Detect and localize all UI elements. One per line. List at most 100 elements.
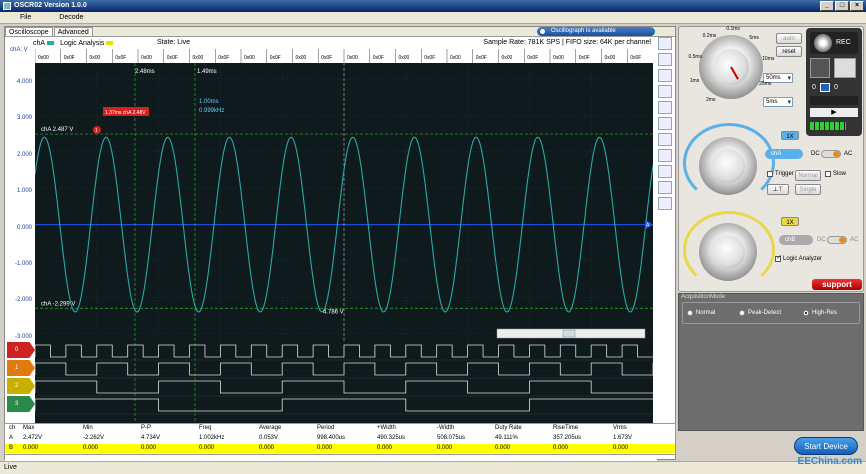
- normal-button[interactable]: Normal: [795, 170, 821, 181]
- edge-select-icon[interactable]: ⊥⊤: [767, 184, 789, 195]
- y-axis: 4.000 3.000 2.000 1.000 0.000 -1.000 -2.000 -3.…: [5, 49, 35, 369]
- support-button[interactable]: support: [812, 279, 862, 290]
- single-button[interactable]: Single: [795, 184, 821, 195]
- plot-svg[interactable]: 0x00 0x0F 0x00 0x0F 0x00 0x0F 0x00 0x0F 0x00 0x0F…: [5, 49, 654, 437]
- y-tick: 1.000: [16, 188, 32, 195]
- tool-strip: [657, 37, 673, 237]
- mixer-icon[interactable]: [810, 58, 830, 78]
- acquisition-panel: AcquisitionMode Normal Peak-Detect High-…: [678, 293, 864, 431]
- stats-cell: 49.111%: [495, 435, 518, 441]
- logic-channel-label[interactable]: 1: [7, 360, 35, 376]
- decode-cell: 0x00: [90, 55, 101, 61]
- chA-toggle[interactable]: chA: [765, 149, 803, 159]
- fit-icon[interactable]: [658, 37, 672, 50]
- watermark: EEChina.com: [797, 456, 862, 467]
- decode-cell: 0x00: [38, 55, 49, 61]
- stats-cell: 0.053V: [259, 435, 279, 441]
- fft-icon[interactable]: [658, 133, 672, 146]
- scope-area: chA: V 4.000 3.000 2.000 1.000 0.000 -1.000 -2…: [5, 47, 657, 461]
- chA-volt-knob[interactable]: [699, 137, 757, 195]
- radio-high-res[interactable]: High-Res: [803, 310, 837, 316]
- slow-checkbox[interactable]: Slow: [825, 171, 846, 177]
- chB-x10-button[interactable]: 1X: [781, 217, 799, 226]
- timebase-tick-label: 25ms: [759, 80, 772, 87]
- stats-header-row: ch Max Min P-P Freq Average Period +Width -Width…: [5, 424, 675, 433]
- stats-cell: Period: [317, 425, 335, 431]
- chA-coupling-switch[interactable]: [821, 150, 841, 158]
- trigger-checkbox[interactable]: Trigger: [767, 171, 794, 177]
- menu-decode[interactable]: Decode: [59, 12, 83, 23]
- y-tick: -3.000: [14, 333, 32, 340]
- logic-trace: [34, 344, 653, 358]
- ruler-icon[interactable]: [658, 85, 672, 98]
- horizontal-measure-icon[interactable]: [658, 101, 672, 114]
- tab-oscilloscope[interactable]: Oscilloscope: [5, 27, 53, 36]
- freq-label: 0.999kHz: [199, 108, 224, 114]
- rec-scroll-bar[interactable]: [810, 96, 858, 105]
- radio-normal[interactable]: Normal: [687, 310, 715, 316]
- minimize-button[interactable]: _: [820, 1, 834, 11]
- slow-label: Slow: [833, 171, 847, 177]
- chB-ac-label: AC: [850, 237, 859, 243]
- logic-channel-label[interactable]: 3: [7, 396, 35, 412]
- close-button[interactable]: ×: [850, 1, 864, 11]
- chA-x10-button[interactable]: 1X: [781, 131, 799, 140]
- save-icon[interactable]: [658, 149, 672, 162]
- stats-cell: 357.205us: [553, 435, 582, 441]
- chB-toggle[interactable]: chB: [779, 235, 813, 245]
- stats-cell: Average: [259, 425, 282, 431]
- start-device-button[interactable]: Start Device: [794, 437, 858, 455]
- timebase-knob[interactable]: [699, 35, 763, 99]
- decode-cell: 0x0F: [630, 55, 641, 61]
- stats-cell: 2.472V: [23, 435, 43, 441]
- logic-channel-label[interactable]: 0: [7, 342, 35, 358]
- chB-coupling-switch[interactable]: [827, 236, 847, 244]
- chA-legend[interactable]: chA: [33, 40, 55, 47]
- export-icon[interactable]: [658, 165, 672, 178]
- stats-cell: 0.000: [317, 445, 333, 451]
- radio-peak-detect[interactable]: Peak-Detect: [739, 310, 781, 316]
- state-label: State: Live: [157, 39, 191, 46]
- logic-analyzer-checkbox[interactable]: Logic Analyzer: [775, 254, 822, 262]
- delta-t-label: 1.00ms: [199, 99, 219, 105]
- stats-cell: 0.000: [437, 445, 453, 451]
- timebase-select-2[interactable]: 5ms: [763, 97, 793, 107]
- stats-cell: 0.000: [377, 445, 393, 451]
- rec-button[interactable]: REC: [810, 32, 858, 54]
- stats-cell: Min: [83, 425, 93, 431]
- logic-channel-label[interactable]: 2: [7, 378, 35, 394]
- vertical-measure-icon[interactable]: [658, 117, 672, 130]
- acquisition-title: AcquisitionMode: [681, 294, 726, 300]
- auto-button[interactable]: auto: [776, 33, 802, 44]
- timebase-tick-label: 0.5ms: [688, 53, 703, 60]
- trigger-check: [767, 171, 773, 177]
- oscillograph-banner[interactable]: Oscillograph is available: [537, 27, 655, 36]
- folder-icon[interactable]: [834, 58, 856, 78]
- maximize-button[interactable]: □: [835, 1, 849, 11]
- chB-volt-knob[interactable]: [699, 223, 757, 281]
- zoom-icon[interactable]: [658, 53, 672, 66]
- waveform-icon[interactable]: [658, 181, 672, 194]
- rec-label: REC: [836, 39, 851, 46]
- reset-button[interactable]: reset: [776, 46, 802, 57]
- decode-cell: 0x0F: [115, 55, 126, 61]
- rec-down-icon[interactable]: [820, 83, 830, 92]
- app-icon: [3, 2, 11, 10]
- chB-coupling-thumb: [839, 237, 846, 243]
- stats-cell: 0.000: [141, 445, 157, 451]
- stats-cell: 1.673V: [613, 435, 633, 441]
- chB-dc-label: DC: [817, 237, 826, 243]
- play-button[interactable]: ▶: [810, 108, 858, 117]
- pointer-icon[interactable]: [658, 69, 672, 82]
- plot-area[interactable]: 0x00 0x0F 0x00 0x0F 0x00 0x0F 0x00 0x0F 0x00 0x0F…: [5, 49, 654, 437]
- stats-cell: 0.000: [495, 445, 511, 451]
- tab-advanced[interactable]: Advanced: [53, 27, 93, 36]
- grid-icon[interactable]: [658, 197, 672, 210]
- y-tick: -1.000: [14, 261, 32, 267]
- menu-file[interactable]: File: [20, 12, 31, 23]
- stats-cell: 490.325us: [377, 435, 406, 441]
- stats-cell: B: [9, 445, 14, 451]
- logic-legend[interactable]: Logic Analysis: [60, 40, 114, 47]
- window-controls: _ □ ×: [820, 1, 864, 11]
- y-tick: 0.000: [16, 224, 32, 231]
